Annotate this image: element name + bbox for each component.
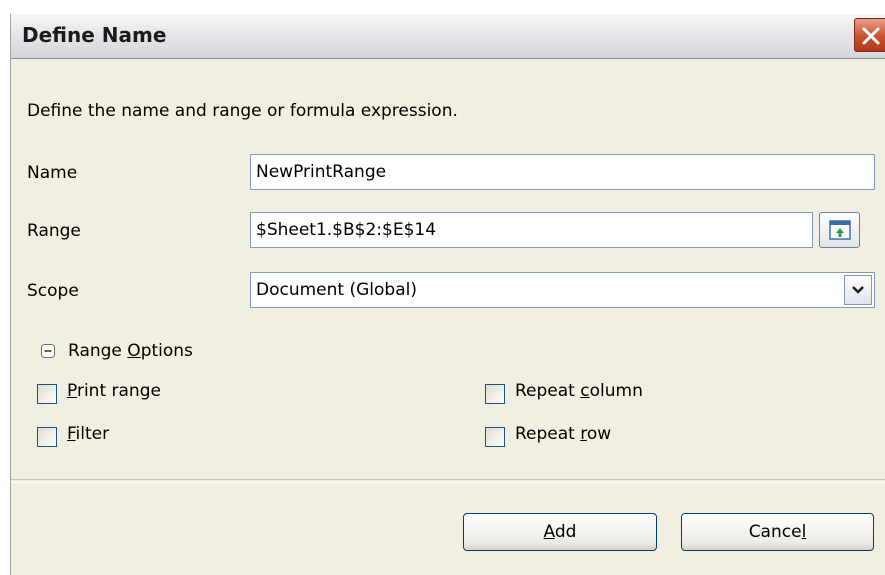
- range-options-label-post: ptions: [140, 341, 193, 361]
- scope-dropdown-button[interactable]: [844, 275, 872, 305]
- close-button[interactable]: [854, 18, 885, 52]
- shrink-dialog-icon: [829, 220, 851, 240]
- cancel-mnemonic: l: [801, 522, 807, 542]
- name-label: Name: [27, 163, 78, 183]
- chevron-down-icon: [852, 286, 864, 294]
- add-button[interactable]: Add: [463, 513, 657, 551]
- repeat-column-label[interactable]: Repeat column: [515, 381, 643, 401]
- filter-checkbox[interactable]: [37, 427, 57, 447]
- cancel-button[interactable]: Cancel: [681, 513, 874, 551]
- scope-label: Scope: [27, 281, 79, 301]
- range-label: Range: [27, 221, 81, 241]
- instruction-text: Define the name and range or formula exp…: [27, 101, 458, 121]
- repeat-row-rest: ow: [586, 424, 612, 444]
- repeat-column-checkbox[interactable]: [485, 384, 505, 404]
- repeat-row-pre: Repeat: [515, 424, 581, 444]
- filter-label[interactable]: Filter: [67, 424, 109, 444]
- filter-mnemonic: F: [67, 424, 76, 444]
- scope-select[interactable]: Document (Global): [250, 272, 875, 308]
- print-range-label[interactable]: Print range: [67, 381, 161, 401]
- print-range-checkbox[interactable]: [37, 384, 57, 404]
- repeat-column-pre: Repeat: [515, 381, 581, 401]
- collapse-minus-icon[interactable]: [41, 344, 55, 358]
- repeat-row-label[interactable]: Repeat row: [515, 424, 611, 444]
- title-bar[interactable]: Define Name: [11, 14, 885, 59]
- name-input[interactable]: NewPrintRange: [250, 154, 875, 190]
- button-separator: [11, 479, 885, 483]
- scope-value: Document (Global): [256, 280, 417, 300]
- shrink-dialog-button[interactable]: [819, 212, 860, 248]
- repeat-row-mnemonic: r: [580, 424, 587, 444]
- close-icon: [862, 27, 880, 45]
- add-mnemonic: A: [543, 522, 555, 542]
- dialog-title: Define Name: [22, 23, 167, 47]
- repeat-row-checkbox[interactable]: [485, 427, 505, 447]
- filter-rest: ilter: [75, 424, 110, 444]
- range-options-header[interactable]: Range Options: [68, 341, 193, 361]
- repeat-column-mnemonic: c: [580, 381, 590, 401]
- cancel-pre: Cance: [748, 522, 802, 542]
- define-name-dialog: Define Name Define the name and range or…: [10, 14, 885, 575]
- range-options-mnemonic: O: [127, 341, 141, 361]
- range-options-label-pre: Range: [68, 341, 128, 361]
- add-rest: dd: [554, 522, 577, 542]
- range-input[interactable]: $Sheet1.$B$2:$E$14: [250, 212, 813, 248]
- print-range-mnemonic: P: [67, 381, 77, 401]
- repeat-column-rest: olumn: [589, 381, 643, 401]
- print-range-rest: rint range: [76, 381, 161, 401]
